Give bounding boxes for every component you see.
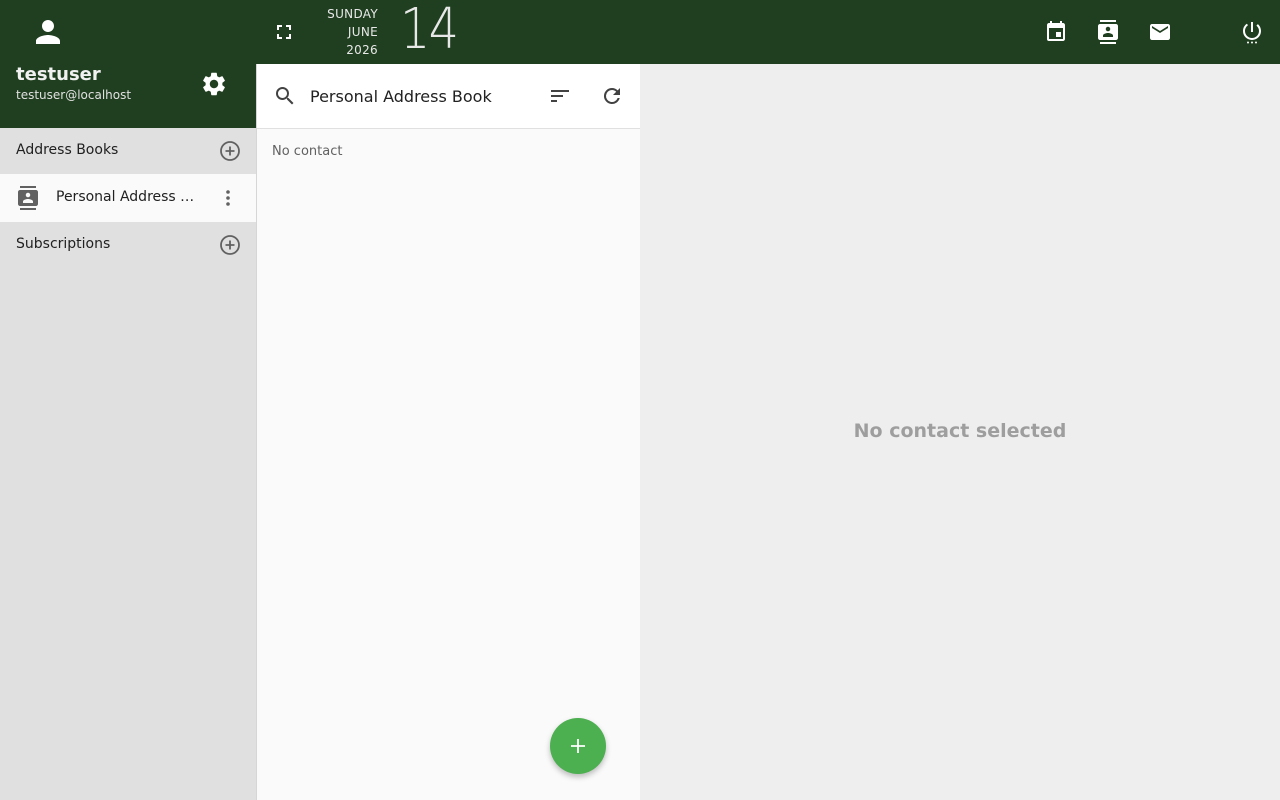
contact-list-toolbar: Personal Address Book — [257, 64, 641, 129]
empty-contact-list-message: No contact — [272, 144, 343, 159]
calendar-app-button[interactable] — [1044, 20, 1068, 44]
user-email: testuser@localhost — [16, 88, 132, 102]
sidebar: Address Books Personal Address Book Subs… — [0, 128, 256, 800]
fullscreen-icon — [277, 25, 291, 39]
fullscreen-button[interactable] — [272, 20, 296, 44]
refresh-icon — [603, 87, 620, 104]
gear-icon — [203, 72, 225, 96]
date-year: 2026 — [346, 43, 378, 57]
refresh-button[interactable] — [600, 84, 624, 108]
contact-detail-pane: No contact selected — [640, 64, 1280, 800]
date-display: SUNDAY JUNE 2026 — [316, 5, 378, 59]
user-name: testuser — [16, 64, 101, 85]
date-month: JUNE — [347, 25, 378, 39]
add-subscription-button[interactable] — [218, 233, 242, 257]
contacts-icon — [1098, 20, 1118, 44]
contact-list-title: Personal Address Book — [310, 87, 492, 106]
sidebar-item-personal-address-book[interactable]: Personal Address Book — [0, 174, 256, 222]
add-address-book-button[interactable] — [218, 139, 242, 163]
power-icon — [1243, 22, 1261, 44]
address-books-heading: Address Books — [16, 142, 119, 158]
contact-list-pane: Personal Address Book No contact — [256, 64, 641, 800]
sort-button[interactable] — [548, 84, 572, 108]
add-contact-button[interactable] — [550, 718, 606, 774]
address-book-options-button[interactable] — [216, 186, 240, 210]
address-books-section: Address Books — [0, 128, 256, 174]
settings-button[interactable] — [200, 70, 228, 98]
plus-icon — [571, 739, 585, 753]
subscriptions-heading: Subscriptions — [16, 236, 111, 252]
account-icon — [36, 20, 60, 44]
calendar-icon — [1047, 21, 1065, 41]
sidebar-item-label: Personal Address Book — [56, 189, 196, 205]
sort-icon — [551, 90, 569, 102]
date-day-number: 14 — [400, 0, 459, 62]
top-toolbar: SUNDAY JUNE 2026 14 — [256, 0, 1280, 64]
contacts-icon — [18, 186, 38, 210]
mail-icon — [1150, 24, 1170, 40]
search-icon — [276, 87, 294, 105]
contacts-app-button[interactable] — [1096, 20, 1120, 44]
date-weekday: SUNDAY — [327, 7, 378, 21]
search-button[interactable] — [273, 84, 297, 108]
more-vert-icon — [226, 190, 230, 206]
logout-button[interactable] — [1240, 20, 1264, 44]
no-contact-selected-message: No contact selected — [853, 420, 1067, 442]
add-circle-icon — [220, 141, 240, 161]
add-circle-icon — [220, 235, 240, 255]
subscriptions-section: Subscriptions — [0, 222, 256, 268]
mail-app-button[interactable] — [1148, 20, 1172, 44]
user-header: testuser testuser@localhost — [0, 0, 256, 128]
